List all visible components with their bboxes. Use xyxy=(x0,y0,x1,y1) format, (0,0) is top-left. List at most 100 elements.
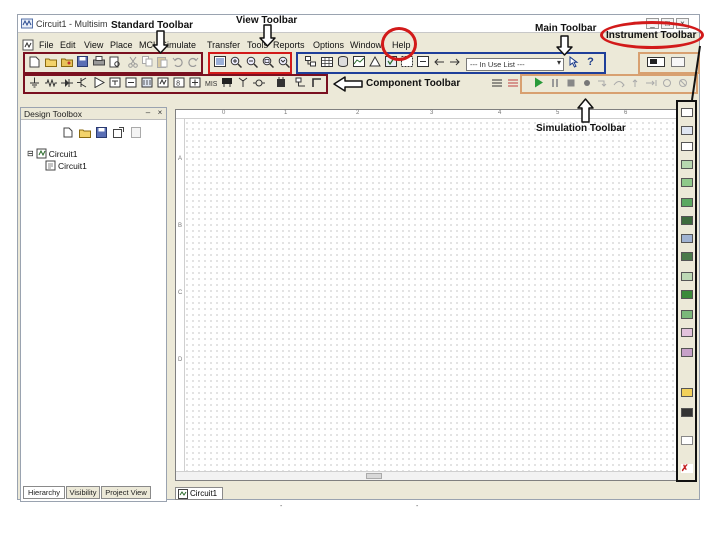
multimeter-instrument-icon[interactable] xyxy=(681,108,693,117)
network-analyzer-icon[interactable] xyxy=(681,348,693,357)
zoom-area-icon[interactable] xyxy=(261,55,274,68)
copy-icon[interactable] xyxy=(141,55,154,68)
toggle-breakpoint-icon[interactable] xyxy=(660,76,673,89)
new-design-icon[interactable] xyxy=(61,126,74,139)
close-design-icon[interactable] xyxy=(112,126,125,139)
distortion-analyzer-icon[interactable] xyxy=(681,310,693,319)
mcu-component-icon[interactable] xyxy=(274,76,287,89)
power-component-icon[interactable] xyxy=(188,76,201,89)
close-button[interactable]: × xyxy=(676,18,689,29)
new-file-icon[interactable] xyxy=(28,55,41,68)
document-icon[interactable] xyxy=(22,39,35,51)
bus-icon[interactable] xyxy=(310,76,323,89)
menu-file[interactable]: File xyxy=(39,40,54,50)
analog-component-icon[interactable] xyxy=(92,76,105,89)
postprocessor-icon[interactable] xyxy=(368,55,381,68)
menu-view[interactable]: View xyxy=(84,40,103,50)
remove-breakpoints-icon[interactable] xyxy=(676,76,689,89)
diode-component-icon[interactable] xyxy=(60,76,73,89)
zoom-in-icon[interactable] xyxy=(229,55,242,68)
database-manager-icon[interactable] xyxy=(336,55,349,68)
ttl-component-icon[interactable] xyxy=(108,76,121,89)
labview-instrument-icon[interactable]: ✗ xyxy=(681,464,693,473)
component-wizard-icon[interactable] xyxy=(416,55,429,68)
electrical-rules-icon[interactable] xyxy=(384,55,397,68)
horizontal-scrollbar[interactable] xyxy=(176,471,686,480)
design-properties-icon[interactable] xyxy=(129,126,142,139)
instrument-panel-icon[interactable] xyxy=(670,55,686,68)
menu-transfer[interactable]: Transfer xyxy=(207,40,240,50)
menu-options[interactable]: Options xyxy=(313,40,344,50)
panel-close-button[interactable]: × xyxy=(155,109,165,118)
logic-analyzer-icon[interactable] xyxy=(681,252,693,261)
in-use-list-dropdown[interactable]: --- In Use List --- ▾ xyxy=(466,58,564,71)
word-generator-icon[interactable] xyxy=(681,234,693,243)
step-over-icon[interactable] xyxy=(612,76,625,89)
schematic-workspace[interactable]: 0 1 2 3 4 5 6 A B C D xyxy=(175,109,687,481)
wattmeter-icon[interactable] xyxy=(681,142,693,151)
menu-help[interactable]: Help xyxy=(392,40,411,50)
agilent-instrument-icon[interactable] xyxy=(681,388,693,397)
run-simulation-icon[interactable] xyxy=(532,76,545,89)
tab-hierarchy[interactable]: Hierarchy xyxy=(23,486,65,499)
tab-circuit1-document[interactable]: Circuit1 xyxy=(175,487,223,500)
tektronix-instrument-icon[interactable] xyxy=(681,408,693,417)
panel-minimize-button[interactable]: – xyxy=(143,109,153,118)
save-icon[interactable] xyxy=(76,55,89,68)
rf-component-icon[interactable] xyxy=(236,76,249,89)
print-icon[interactable] xyxy=(92,55,105,68)
redo-icon[interactable] xyxy=(186,55,199,68)
bode-plotter-icon[interactable] xyxy=(681,198,693,207)
function-generator-icon[interactable] xyxy=(681,126,693,135)
indicator-component-icon[interactable]: 8 xyxy=(172,76,185,89)
probe-icon[interactable] xyxy=(580,76,593,89)
ladder-io-icon[interactable] xyxy=(506,76,519,89)
tab-visibility[interactable]: Visibility xyxy=(66,486,100,499)
basic-component-icon[interactable] xyxy=(44,76,57,89)
menu-place[interactable]: Place xyxy=(110,40,133,50)
menu-tools[interactable]: Tools xyxy=(247,40,268,50)
help-pointer-icon[interactable] xyxy=(568,55,581,68)
open-design-icon[interactable] xyxy=(78,126,91,139)
paste-icon[interactable] xyxy=(156,55,169,68)
minimize-button[interactable]: _ xyxy=(646,18,659,29)
scroll-thumb-horizontal[interactable] xyxy=(366,473,382,479)
run-to-cursor-icon[interactable] xyxy=(644,76,657,89)
tab-project-view[interactable]: Project View xyxy=(101,486,151,499)
instrument-multimeter-icon[interactable] xyxy=(646,55,666,68)
full-screen-icon[interactable] xyxy=(213,55,226,68)
menu-window[interactable]: Window xyxy=(350,40,382,50)
spreadsheet-icon[interactable] xyxy=(320,55,333,68)
open-folder-icon[interactable] xyxy=(44,55,57,68)
menu-reports[interactable]: Reports xyxy=(273,40,305,50)
step-out-icon[interactable] xyxy=(628,76,641,89)
hierarchical-block-icon[interactable] xyxy=(294,76,307,89)
menu-simulate[interactable]: Simulate xyxy=(161,40,196,50)
undo-icon[interactable] xyxy=(171,55,184,68)
source-component-icon[interactable] xyxy=(28,76,41,89)
save-design-icon[interactable] xyxy=(95,126,108,139)
pause-simulation-icon[interactable] xyxy=(548,76,561,89)
misc-component-icon[interactable]: MISC xyxy=(204,76,217,89)
zoom-out-icon[interactable] xyxy=(245,55,258,68)
ladder-rungs-icon[interactable] xyxy=(490,76,503,89)
print-preview-icon[interactable] xyxy=(108,55,121,68)
spectrum-analyzer-icon[interactable] xyxy=(681,328,693,337)
four-channel-oscilloscope-icon[interactable] xyxy=(681,178,693,187)
menu-edit[interactable]: Edit xyxy=(60,40,76,50)
frequency-counter-icon[interactable] xyxy=(681,216,693,225)
help-question-icon[interactable]: ? xyxy=(584,55,597,68)
forward-annotate-icon[interactable] xyxy=(448,55,461,68)
cut-icon[interactable] xyxy=(126,55,139,68)
grapher-icon[interactable] xyxy=(352,55,365,68)
tree-collapse-icon[interactable]: ⊟ xyxy=(27,149,34,158)
step-into-icon[interactable] xyxy=(596,76,609,89)
zoom-fit-icon[interactable] xyxy=(277,55,290,68)
tree-child-item[interactable]: Circuit1 xyxy=(45,160,87,171)
misc-digital-component-icon[interactable] xyxy=(140,76,153,89)
tree-root-item[interactable]: ⊟ Circuit1 xyxy=(27,148,78,159)
oscilloscope-icon[interactable] xyxy=(681,160,693,169)
electromechanical-component-icon[interactable] xyxy=(252,76,265,89)
back-annotate-icon[interactable] xyxy=(432,55,445,68)
iv-analyzer-icon[interactable] xyxy=(681,290,693,299)
